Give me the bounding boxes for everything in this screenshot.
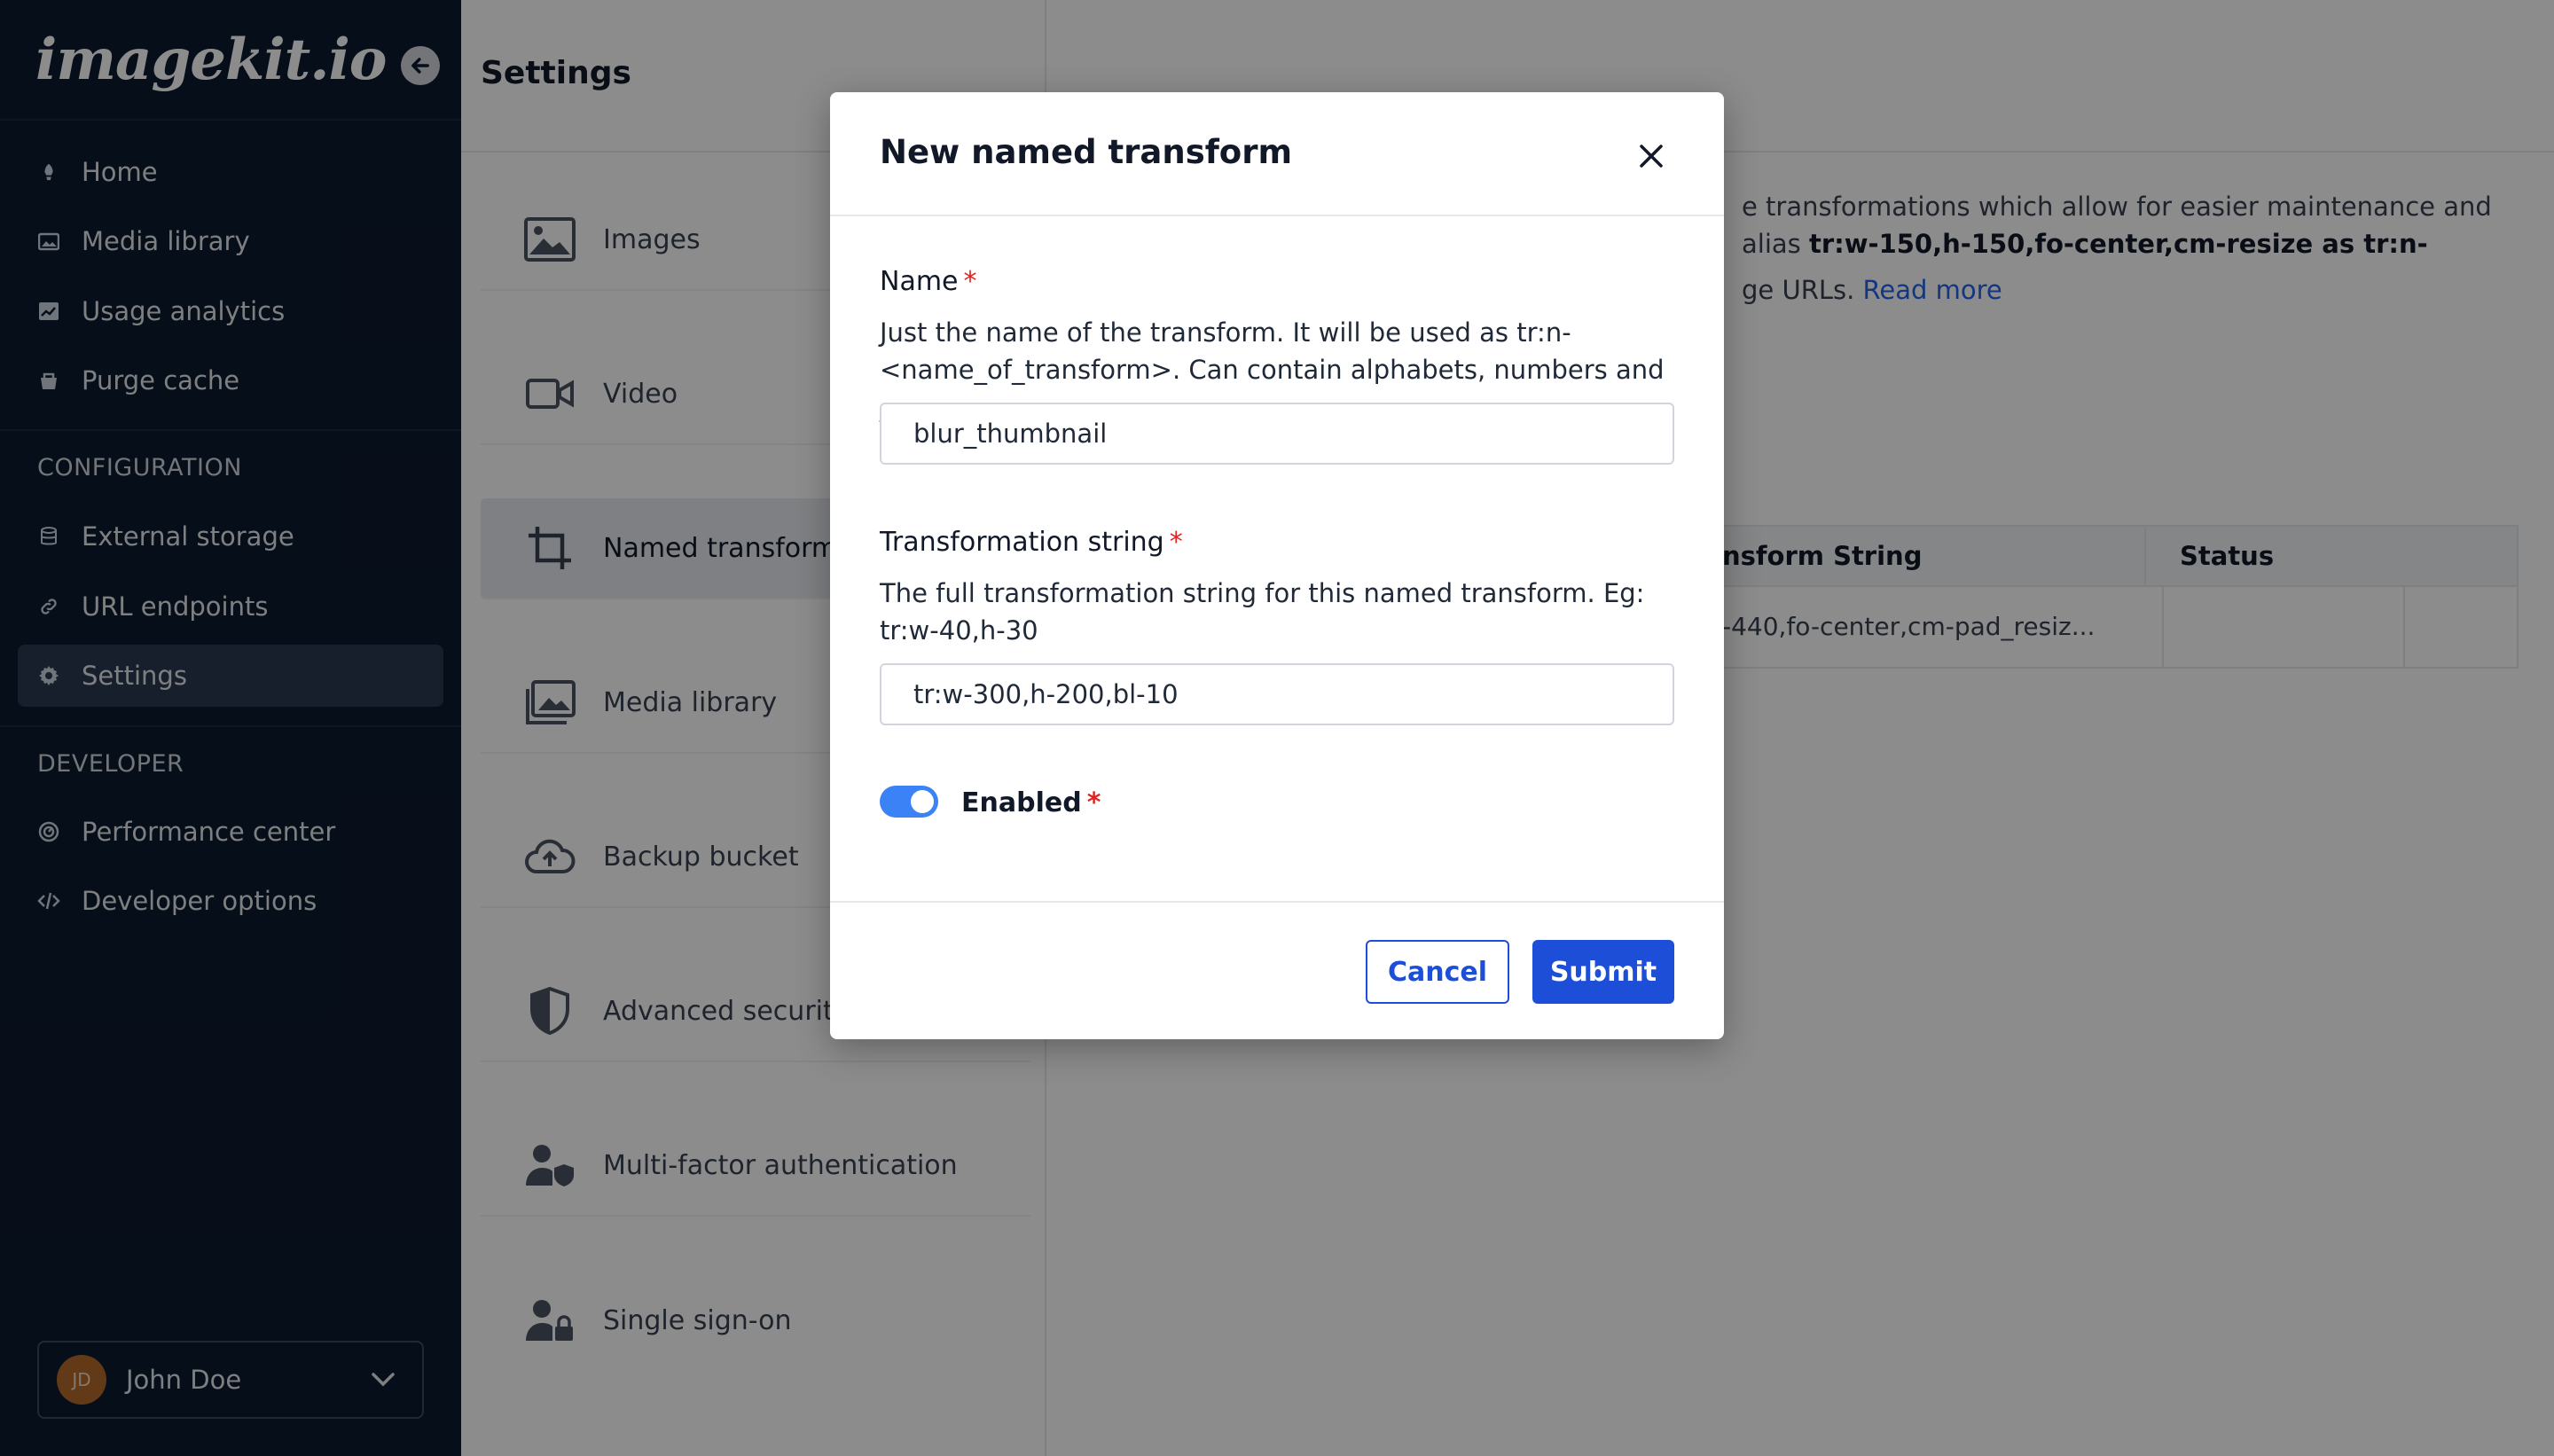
label-text: Enabled	[961, 787, 1082, 818]
name-label: Name *	[880, 266, 977, 297]
close-icon	[1640, 145, 1663, 168]
submit-button[interactable]: Submit	[1532, 940, 1674, 1004]
dialog-title: New named transform	[880, 133, 1293, 171]
required-mark: *	[963, 266, 977, 297]
toggle-knob	[911, 790, 934, 813]
divider	[830, 215, 1724, 216]
transformation-string-help-text: The full transformation string for this …	[880, 578, 1645, 646]
name-input[interactable]	[880, 403, 1674, 465]
required-mark: *	[1086, 787, 1101, 818]
required-mark: *	[1169, 527, 1183, 558]
enabled-label: Enabled *	[961, 787, 1101, 818]
label-text: Transformation string	[880, 527, 1164, 558]
transformation-string-input[interactable]	[880, 663, 1674, 725]
close-button[interactable]	[1625, 129, 1678, 183]
label-text: Name	[880, 266, 959, 297]
divider	[830, 901, 1724, 903]
cancel-button[interactable]: Cancel	[1366, 940, 1509, 1004]
enabled-toggle[interactable]	[880, 786, 938, 818]
transformation-string-label: Transformation string *	[880, 527, 1183, 558]
new-named-transform-dialog: New named transform Name * Just the name …	[830, 92, 1724, 1039]
